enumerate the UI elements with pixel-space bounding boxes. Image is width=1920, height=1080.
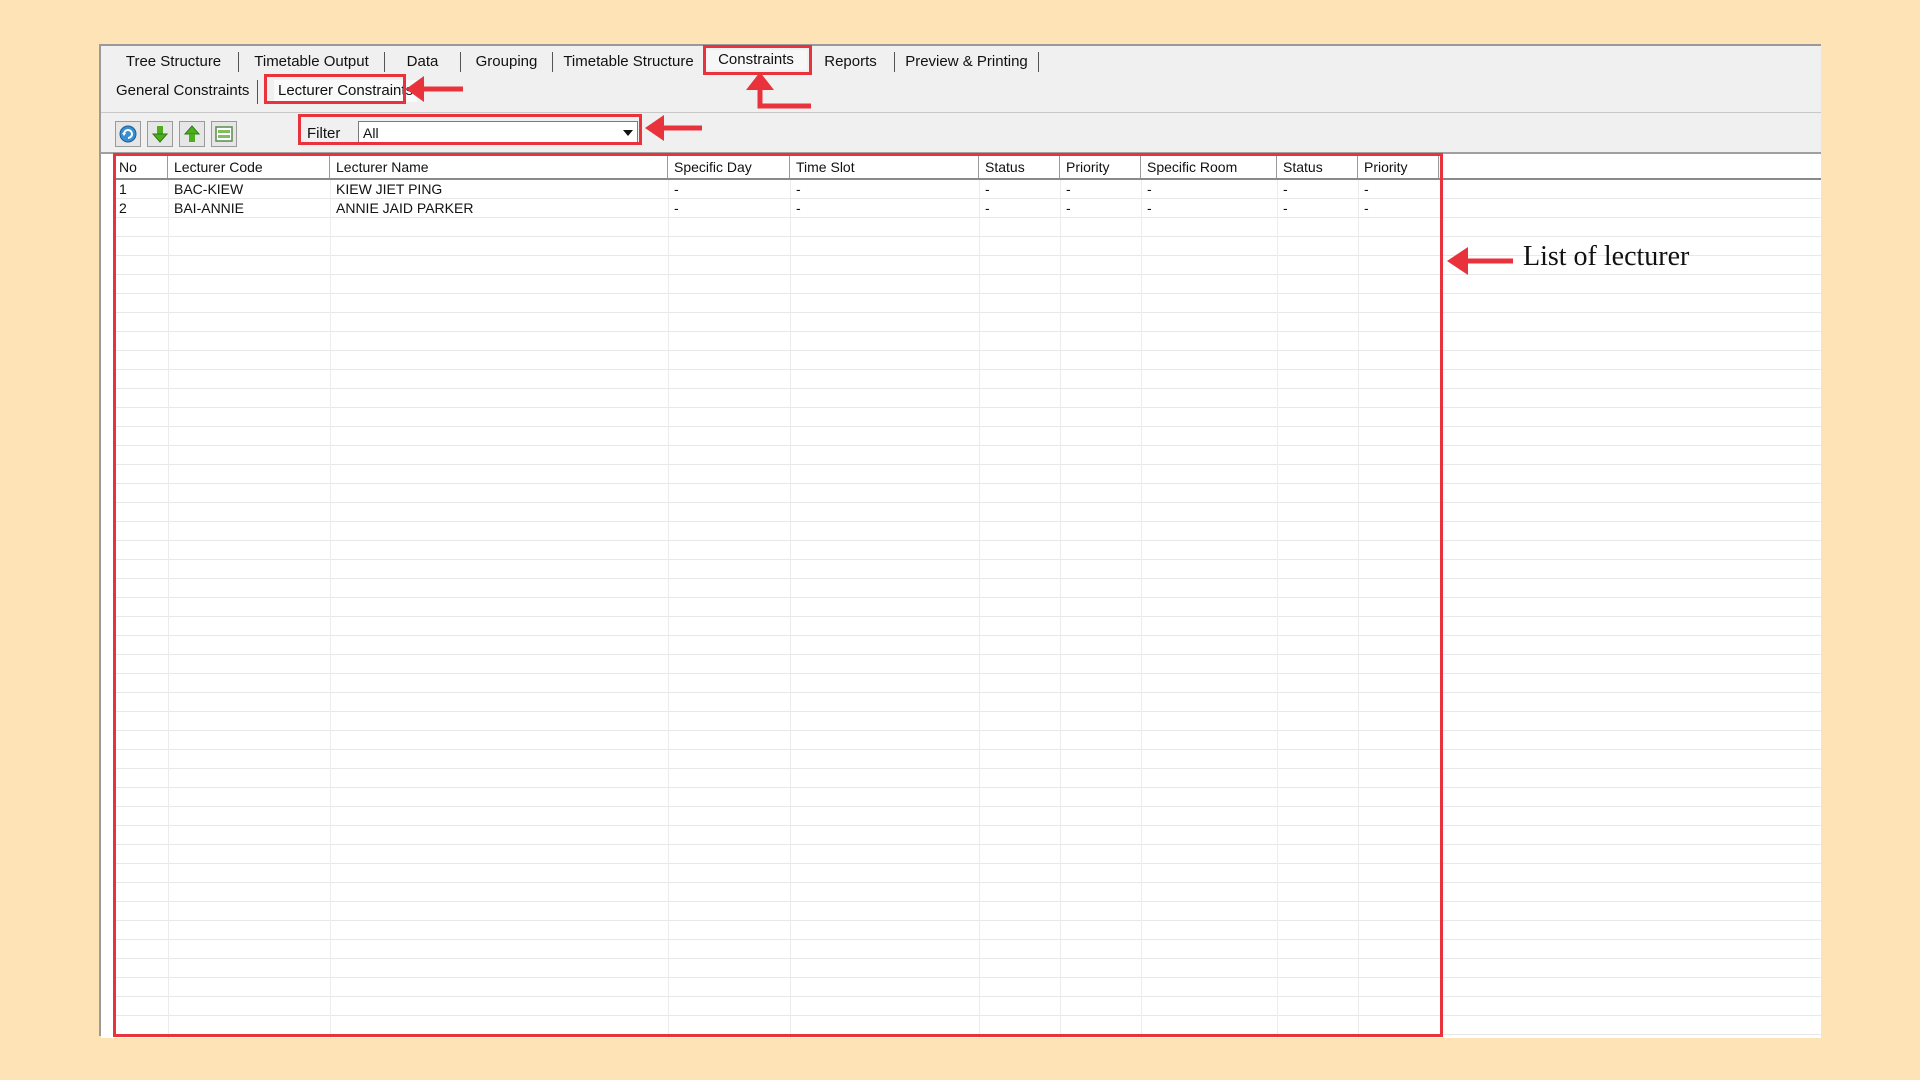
annotation-arrows (406, 72, 1513, 275)
annotation-label: List of lecturer (1523, 241, 1690, 272)
